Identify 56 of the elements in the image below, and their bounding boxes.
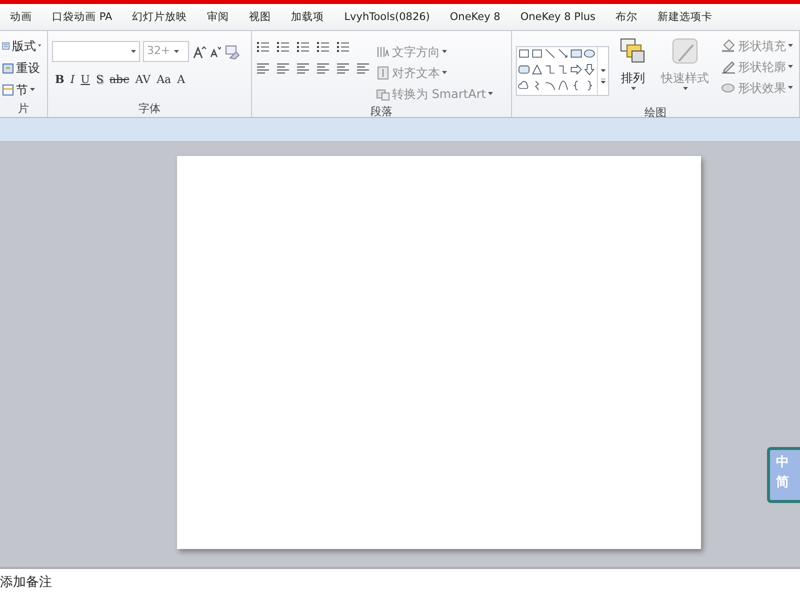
caret-icon — [174, 50, 180, 53]
clear-format-icon — [224, 44, 240, 60]
format-button[interactable]: A — [174, 70, 188, 91]
caret-icon — [30, 88, 35, 91]
ribbon-button[interactable]: 版式 — [0, 35, 43, 56]
caret-icon — [442, 50, 447, 53]
shrink-font-icon — [209, 46, 221, 58]
format-button[interactable]: B — [52, 70, 68, 91]
align-text-icon — [376, 66, 390, 80]
ribbon-tab[interactable]: OneKey 8 — [440, 4, 510, 30]
ribbon-button[interactable]: 重设 — [0, 57, 43, 78]
ribbon-tab[interactable]: OneKey 8 Plus — [510, 4, 606, 30]
format-button[interactable]: AV — [132, 70, 154, 91]
quick-styles-icon — [671, 37, 699, 65]
ribbon-button[interactable]: 节 — [0, 79, 43, 100]
shape-outline-icon — [721, 59, 736, 74]
ribbon-tab[interactable]: 动画 — [0, 4, 42, 30]
smartart-icon — [376, 86, 390, 100]
ribbon-tab[interactable]: LvyhTools(0826) — [334, 4, 440, 30]
slide-page[interactable] — [177, 156, 701, 549]
format-button[interactable]: Aa — [154, 70, 174, 91]
caret-icon — [38, 44, 41, 47]
caret-icon — [630, 87, 636, 90]
caret-icon — [682, 87, 688, 90]
ribbon-tab[interactable]: 布尔 — [606, 4, 648, 30]
caret-icon — [788, 44, 793, 47]
ribbon-tab[interactable]: 审阅 — [197, 4, 240, 30]
group-label: 绘图 — [644, 105, 668, 120]
group-label: 片 — [17, 101, 30, 117]
text-direction-icon — [376, 44, 390, 58]
ribbon-tab[interactable]: 加载项 — [281, 4, 334, 30]
format-button[interactable]: U — [78, 70, 93, 91]
ribbon-tab[interactable]: 新建选项卡 — [648, 4, 722, 30]
caret-icon — [788, 65, 793, 68]
group-label: 字体 — [138, 101, 162, 117]
caret-icon — [788, 86, 793, 89]
ime-label: 中 — [776, 454, 789, 472]
arrange-icon — [619, 37, 647, 65]
format-button[interactable]: I — [67, 70, 78, 91]
font-name-field[interactable] — [52, 41, 140, 62]
caret-icon — [131, 50, 136, 53]
ribbon-button[interactable]: 排列 — [615, 35, 651, 105]
ime-label: 简 — [776, 474, 789, 492]
group-label: 段落 — [370, 104, 394, 119]
caret-icon — [442, 71, 447, 74]
notes-placeholder[interactable]: 添加备注 — [0, 575, 52, 590]
format-button[interactable]: abc — [106, 70, 132, 91]
ribbon-tab[interactable]: 口袋动画 PA — [42, 4, 122, 30]
grow-font-icon — [192, 44, 206, 58]
ribbon-tab[interactable]: 幻灯片放映 — [122, 4, 198, 30]
bullet-list-icon — [256, 41, 270, 53]
caret-icon — [488, 92, 493, 95]
align-left-icon — [256, 63, 270, 74]
format-button[interactable]: S — [92, 70, 106, 91]
ribbon-tab[interactable]: 视图 — [239, 4, 282, 30]
shape-fill-icon — [721, 38, 736, 53]
